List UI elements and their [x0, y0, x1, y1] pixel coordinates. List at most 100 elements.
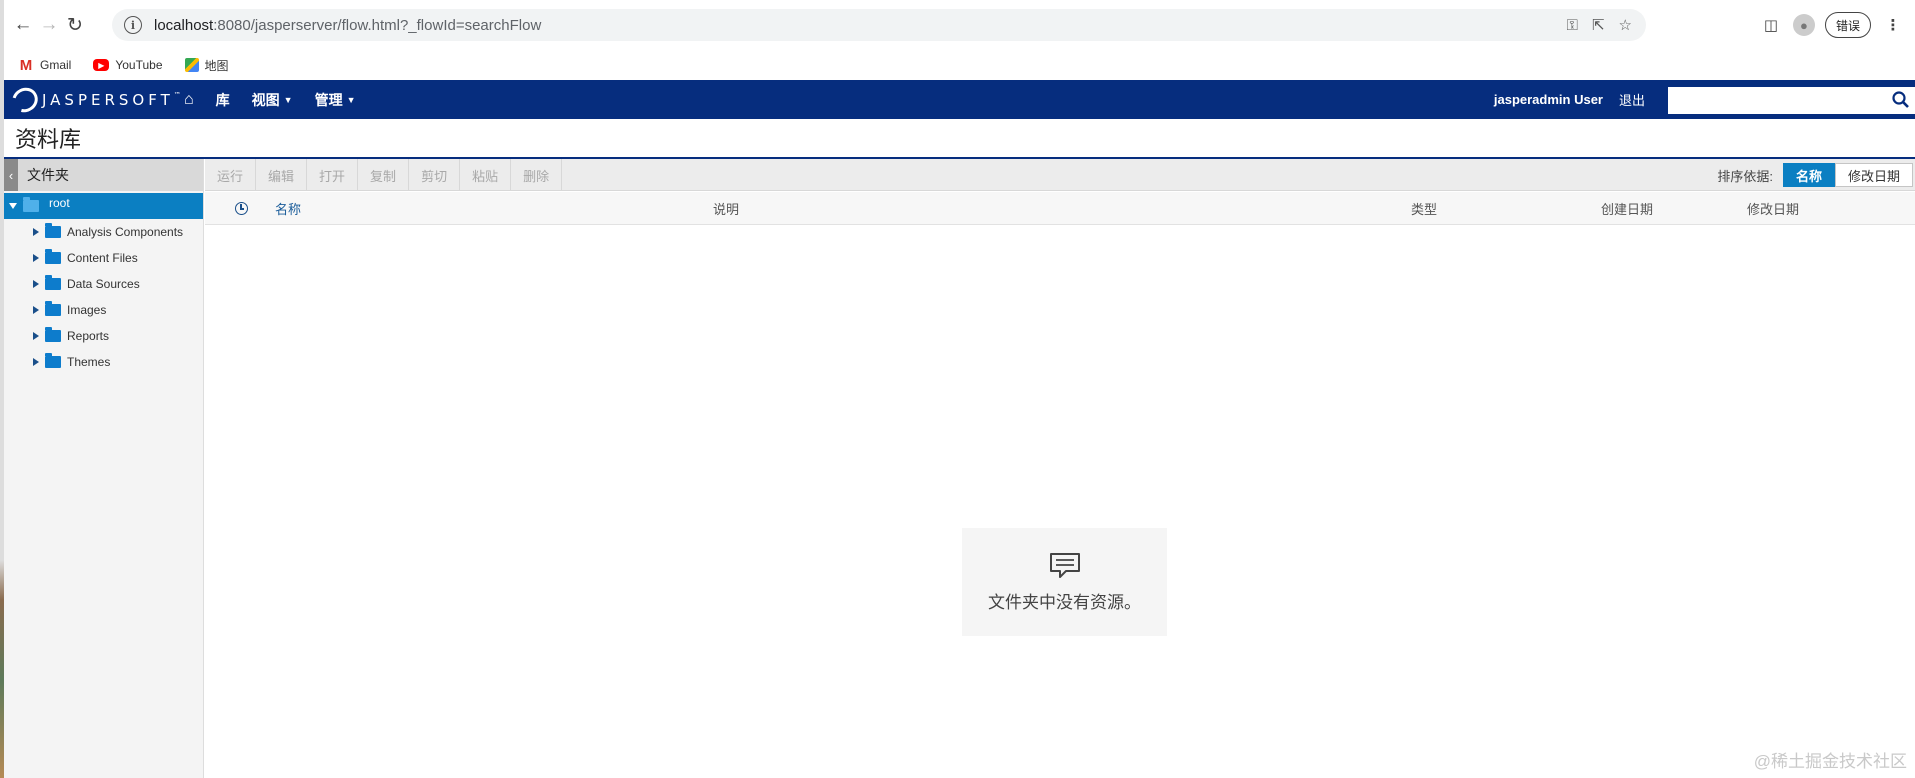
collapse-arrow-icon[interactable]: [33, 228, 39, 236]
reload-icon[interactable]: ↻: [62, 12, 88, 38]
profile-avatar-icon[interactable]: ●: [1792, 14, 1815, 36]
bookmark-youtube[interactable]: ▶ YouTube: [93, 58, 163, 72]
error-button[interactable]: 错误: [1824, 12, 1871, 38]
collapse-arrow-icon[interactable]: [33, 358, 39, 366]
address-bar[interactable]: i localhost:8080/jasperserver/flow.html?…: [112, 9, 1646, 41]
url-host: localhost: [154, 16, 214, 34]
column-name[interactable]: 名称: [275, 192, 301, 225]
tree-node-content-files[interactable]: Content Files: [4, 245, 203, 271]
message-icon: [1049, 552, 1080, 578]
page-title: 资料库: [4, 119, 1915, 159]
share-icon[interactable]: ⇱: [1592, 16, 1605, 34]
gmail-icon: M: [19, 56, 33, 74]
cut-button[interactable]: 剪切: [409, 159, 461, 191]
nav-view[interactable]: 视图 ▼: [252, 90, 293, 110]
recent-column[interactable]: [235, 192, 248, 225]
column-type: 类型: [1411, 202, 1438, 217]
expand-arrow-icon[interactable]: [9, 203, 17, 209]
global-search-input[interactable]: [1668, 87, 1915, 114]
copy-button[interactable]: 复制: [358, 159, 410, 191]
youtube-icon: ▶: [93, 59, 110, 71]
omnibox-icons: ⚿ ⇱ ☆: [1567, 9, 1632, 41]
empty-message: 文件夹中没有资源。: [988, 592, 1141, 612]
folder-icon: [45, 223, 61, 238]
folder-icon: [45, 327, 61, 342]
tree-node-label: Analysis Components: [67, 225, 184, 239]
sort-by-name-button[interactable]: 名称: [1782, 163, 1835, 187]
open-button[interactable]: 打开: [307, 159, 359, 191]
nav-manage-label: 管理: [314, 91, 343, 108]
user-name[interactable]: jasperadmin User: [1494, 92, 1603, 107]
side-panel-icon[interactable]: ◫: [1759, 13, 1783, 37]
nav-manage[interactable]: 管理 ▼: [315, 90, 356, 110]
bookmark-gmail[interactable]: M Gmail: [18, 56, 72, 74]
bookmark-maps[interactable]: 地图: [184, 57, 229, 74]
tree-node-label: Data Sources: [67, 277, 140, 291]
delete-button[interactable]: 删除: [511, 159, 563, 191]
caret-down-icon: ▼: [283, 94, 293, 105]
tree-node-data-sources[interactable]: Data Sources: [4, 271, 203, 297]
maps-icon: [184, 58, 199, 72]
collapse-arrow-icon[interactable]: [33, 332, 39, 340]
column-created: 创建日期: [1601, 202, 1654, 217]
sort-controls: 排序依据: 名称 修改日期: [1717, 163, 1913, 187]
tree-node-label: Images: [67, 303, 107, 317]
folder-icon: [23, 197, 39, 212]
clock-icon: [235, 202, 248, 215]
tree-node-label: Reports: [67, 329, 110, 343]
tree-node-reports[interactable]: Reports: [4, 323, 203, 349]
column-description: 说明: [713, 202, 740, 217]
logo-word: JASPERSOFT: [42, 91, 174, 109]
paste-button[interactable]: 粘贴: [460, 159, 512, 191]
tree-node-analysis-components[interactable]: Analysis Components: [4, 219, 203, 245]
collapse-arrow-icon[interactable]: [33, 254, 39, 262]
collapse-arrow-icon[interactable]: [33, 306, 39, 314]
app-topbar: JASPERSOFT™ ⌂ 库 视图 ▼ 管理 ▼ jasperadmin User…: [4, 80, 1915, 119]
folder-tree: root Analysis Components Content Files D…: [4, 191, 203, 375]
tree-node-root[interactable]: root: [4, 193, 203, 219]
url-text[interactable]: localhost:8080/jasperserver/flow.html?_f…: [154, 17, 541, 34]
empty-state: 文件夹中没有资源。: [962, 528, 1167, 636]
site-info-icon[interactable]: i: [124, 16, 142, 34]
star-icon[interactable]: ☆: [1619, 16, 1632, 34]
folders-panel-title: 文件夹: [27, 167, 69, 183]
home-icon[interactable]: ⌂: [184, 91, 194, 109]
folder-icon: [45, 301, 61, 316]
search-icon[interactable]: [1891, 90, 1911, 110]
forward-icon[interactable]: →: [36, 12, 62, 38]
logo-text: JASPERSOFT™: [42, 91, 185, 109]
back-icon[interactable]: ←: [10, 12, 36, 38]
tree-node-themes[interactable]: Themes: [4, 349, 203, 375]
logout-link[interactable]: 退出: [1619, 90, 1645, 109]
sort-by-modified-button[interactable]: 修改日期: [1834, 163, 1913, 187]
sort-label: 排序依据:: [1717, 168, 1773, 184]
key-icon[interactable]: ⚿: [1567, 17, 1578, 34]
tree-node-label: Themes: [67, 355, 111, 369]
url-path: :8080/jasperserver/flow.html?_flowId=sea…: [213, 16, 542, 34]
resource-toolbar: 运行 编辑 打开 复制 剪切 粘贴 删除 排序依据: 名称 修改日期: [205, 159, 1915, 191]
folders-panel-header: ‹ 文件夹: [4, 159, 203, 191]
bookmarks-bar: M Gmail ▶ YouTube 地图: [4, 50, 1915, 80]
menu-dots-icon[interactable]: ⋮: [1881, 13, 1905, 37]
browser-chrome: ← → ↻ i localhost:8080/jasperserver/flow…: [4, 0, 1915, 80]
bookmark-label: 地图: [204, 58, 229, 73]
jaspersoft-logo[interactable]: JASPERSOFT™: [7, 83, 185, 117]
browser-toolbar-right: ◫ ● 错误 ⋮: [1759, 9, 1915, 41]
collapse-arrow-icon[interactable]: [33, 280, 39, 288]
nav-library[interactable]: 库: [216, 90, 230, 110]
tree-node-label: root: [49, 196, 70, 210]
folders-panel: ‹ 文件夹 root Analysis Components Content F…: [4, 159, 204, 778]
edit-button[interactable]: 编辑: [256, 159, 308, 191]
bookmark-label: YouTube: [115, 58, 163, 72]
bookmark-label: Gmail: [40, 58, 72, 72]
tree-node-images[interactable]: Images: [4, 297, 203, 323]
collapse-panel-icon[interactable]: ‹: [4, 159, 18, 191]
caret-down-icon: ▼: [346, 94, 356, 105]
folder-icon: [45, 249, 61, 264]
address-row: ← → ↻ i localhost:8080/jasperserver/flow…: [4, 0, 1915, 50]
column-modified: 修改日期: [1747, 202, 1800, 217]
watermark: @稀土掘金技术社区: [1753, 752, 1907, 771]
run-button[interactable]: 运行: [205, 159, 257, 191]
nav-library-label: 库: [215, 91, 230, 108]
nav-view-label: 视图: [251, 91, 280, 108]
